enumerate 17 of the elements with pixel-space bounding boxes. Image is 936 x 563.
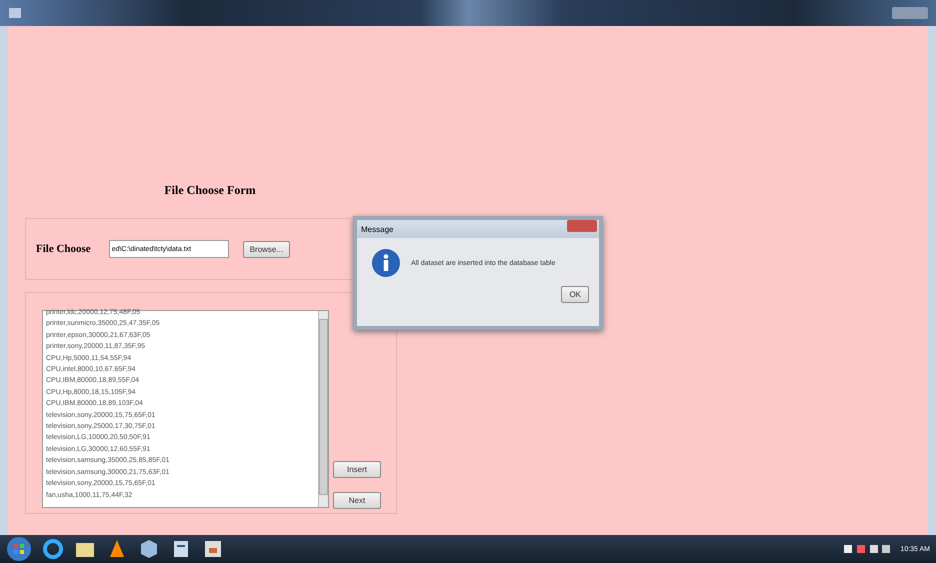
browser-icon[interactable] [42,538,64,560]
action-button[interactable]: Next [333,492,381,509]
ok-button[interactable]: OK [561,286,589,303]
file-label: File Choose [36,243,91,255]
action-button[interactable]: Insert [333,461,381,478]
scroll-thumb[interactable] [319,319,328,495]
scrollbar[interactable] [318,311,328,507]
records-list[interactable] [42,310,329,508]
dialog-title: Message [361,224,394,234]
app-icon [8,7,22,19]
form-heading: File Choose Form [163,182,257,198]
coffee-cup-icon[interactable] [202,538,224,560]
browse-button[interactable]: Browse... [242,240,290,258]
cube-icon[interactable] [138,538,160,560]
info-icon [371,248,401,278]
tray-icons[interactable] [844,542,890,556]
start-icon[interactable] [6,536,32,562]
